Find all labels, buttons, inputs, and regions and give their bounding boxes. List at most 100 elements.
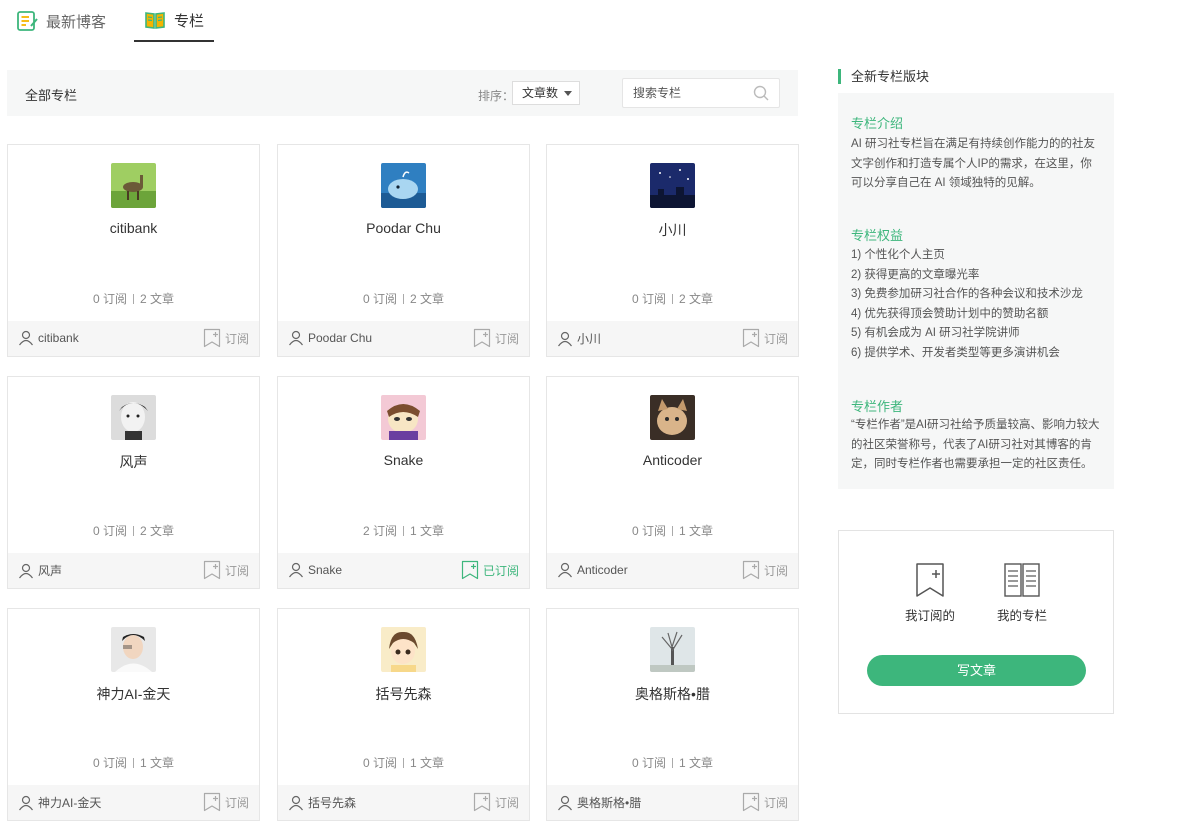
stats-divider — [672, 758, 673, 768]
column-avatar[interactable] — [381, 627, 426, 672]
card-footer: 风声 订阅 — [8, 553, 259, 588]
subscribe-label: 已订阅 — [482, 563, 519, 578]
sort-select[interactable]: 文章数 — [512, 81, 580, 105]
tab-columns[interactable]: 专栏 — [134, 0, 214, 42]
subscribe-button[interactable]: 订阅 — [473, 792, 519, 812]
my-subscriptions-button[interactable]: 我订阅的 — [885, 561, 975, 624]
bookmark-add-icon — [473, 792, 491, 812]
column-author[interactable]: citibank — [18, 330, 79, 346]
column-card[interactable]: 风声 0 订阅 2 文章 风声 订阅 — [7, 376, 260, 589]
page: 最新博客 专栏 全部专栏 排序： 文章数 搜索专栏 citibank 0 订阅 … — [0, 0, 1200, 824]
column-avatar[interactable] — [111, 627, 156, 672]
column-card[interactable]: 神力AI-金天 0 订阅 1 文章 神力AI-金天 订阅 — [7, 608, 260, 821]
search-icon[interactable] — [753, 85, 769, 101]
subscriber-count: 0 订阅 — [362, 292, 397, 306]
author-name: 奥格斯格•腊 — [577, 796, 642, 810]
subscribe-button[interactable]: 已订阅 — [461, 560, 519, 580]
subscribe-button[interactable]: 订阅 — [203, 792, 249, 812]
subscribe-label: 订阅 — [224, 331, 249, 346]
user-icon — [558, 331, 572, 346]
column-author[interactable]: 括号先森 — [288, 794, 356, 811]
sidebar-title: 全新专栏版块 — [838, 69, 929, 84]
benefits-list: 1) 个性化个人主页 2) 获得更高的文章曝光率 3) 免费参加研习社合作的各种… — [851, 246, 1103, 363]
card-footer: 小川 订阅 — [547, 321, 798, 356]
author-name: Snake — [308, 563, 343, 577]
column-stats: 0 订阅 1 文章 — [547, 754, 798, 771]
stats-divider — [672, 294, 673, 304]
subscribe-label: 订阅 — [494, 331, 519, 346]
intro-heading: 专栏介绍 — [851, 116, 904, 131]
bookmark-add-icon — [203, 560, 221, 580]
column-avatar[interactable] — [111, 395, 156, 440]
column-avatar[interactable] — [111, 163, 156, 208]
user-icon — [558, 562, 572, 578]
column-intro-panel: 专栏介绍 AI 研习社专栏旨在满足有持续创作能力的的社友文字创作和打造专属个人I… — [838, 93, 1114, 489]
column-stats: 0 订阅 1 文章 — [278, 754, 529, 771]
stats-divider — [403, 526, 404, 536]
column-card[interactable]: 奥格斯格•腊 0 订阅 1 文章 奥格斯格•腊 订阅 — [546, 608, 799, 821]
column-name[interactable]: 括号先森 — [278, 684, 529, 704]
tab-latest-blogs-label: 最新博客 — [46, 13, 107, 31]
column-name[interactable]: citibank — [8, 220, 259, 236]
column-author[interactable]: Anticoder — [557, 562, 628, 578]
subscribe-button[interactable]: 订阅 — [473, 328, 519, 348]
column-avatar[interactable] — [381, 395, 426, 440]
column-name[interactable]: Anticoder — [547, 452, 798, 468]
subscribe-button[interactable]: 订阅 — [742, 328, 788, 348]
column-name[interactable]: 小川 — [547, 220, 798, 240]
column-name[interactable]: 奥格斯格•腊 — [547, 684, 798, 704]
subscribe-button[interactable]: 订阅 — [203, 560, 249, 580]
subscribe-label: 订阅 — [763, 795, 788, 810]
filter-bar: 全部专栏 排序： 文章数 — [7, 70, 798, 116]
bookmark-add-icon — [473, 328, 491, 348]
benefits-heading: 专栏权益 — [851, 228, 904, 243]
column-name[interactable]: Poodar Chu — [278, 220, 529, 236]
column-card[interactable]: citibank 0 订阅 2 文章 citibank 订阅 — [7, 144, 260, 357]
column-author[interactable]: Snake — [288, 562, 342, 578]
column-avatar[interactable] — [381, 163, 426, 208]
column-card[interactable]: 括号先森 0 订阅 1 文章 括号先森 订阅 — [277, 608, 530, 821]
tab-latest-blogs[interactable]: 最新博客 — [16, 0, 106, 42]
top-tabs: 最新博客 专栏 — [0, 0, 1200, 44]
article-count: 2 文章 — [410, 292, 445, 306]
column-author[interactable]: 小川 — [557, 330, 601, 347]
author-name: 风声 — [38, 564, 63, 578]
bookmark-add-icon — [203, 792, 221, 812]
column-author[interactable]: 风声 — [18, 562, 62, 579]
column-author[interactable]: 神力AI-金天 — [18, 794, 101, 811]
author-name: 括号先森 — [308, 796, 357, 810]
card-footer: Poodar Chu 订阅 — [278, 321, 529, 356]
write-article-button[interactable]: 写文章 — [867, 655, 1086, 686]
subscriber-count: 0 订阅 — [92, 292, 127, 306]
card-footer: citibank 订阅 — [8, 321, 259, 356]
stats-divider — [403, 758, 404, 768]
search-input[interactable] — [633, 79, 751, 107]
column-card[interactable]: Poodar Chu 0 订阅 2 文章 Poodar Chu 订阅 — [277, 144, 530, 357]
column-card[interactable]: 小川 0 订阅 2 文章 小川 订阅 — [546, 144, 799, 357]
subscribe-button[interactable]: 订阅 — [203, 328, 249, 348]
column-author[interactable]: 奥格斯格•腊 — [557, 794, 641, 811]
benefit-item: 6) 提供学术、开发者类型等更多演讲机会 — [851, 346, 1060, 359]
subscriber-count: 0 订阅 — [631, 292, 666, 306]
column-card[interactable]: Snake 2 订阅 1 文章 Snake 已订阅 — [277, 376, 530, 589]
column-stats: 0 订阅 2 文章 — [547, 290, 798, 307]
article-count: 2 文章 — [140, 292, 175, 306]
author-name: Anticoder — [577, 563, 628, 577]
edit-note-icon — [17, 11, 38, 31]
column-name[interactable]: 风声 — [8, 452, 259, 472]
user-icon — [19, 563, 33, 578]
bookmark-add-icon — [742, 560, 760, 580]
column-name[interactable]: Snake — [278, 452, 529, 468]
column-card[interactable]: Anticoder 0 订阅 1 文章 Anticoder 订阅 — [546, 376, 799, 589]
my-columns-button[interactable]: 我的专栏 — [977, 561, 1067, 624]
subscribe-button[interactable]: 订阅 — [742, 792, 788, 812]
column-avatar[interactable] — [650, 163, 695, 208]
column-author[interactable]: Poodar Chu — [288, 330, 372, 346]
subscriber-count: 0 订阅 — [631, 756, 666, 770]
column-name[interactable]: 神力AI-金天 — [8, 684, 259, 704]
column-avatar[interactable] — [650, 627, 695, 672]
subscribe-button[interactable]: 订阅 — [742, 560, 788, 580]
bookmark-add-icon — [742, 328, 760, 348]
column-avatar[interactable] — [650, 395, 695, 440]
stats-divider — [133, 758, 134, 768]
